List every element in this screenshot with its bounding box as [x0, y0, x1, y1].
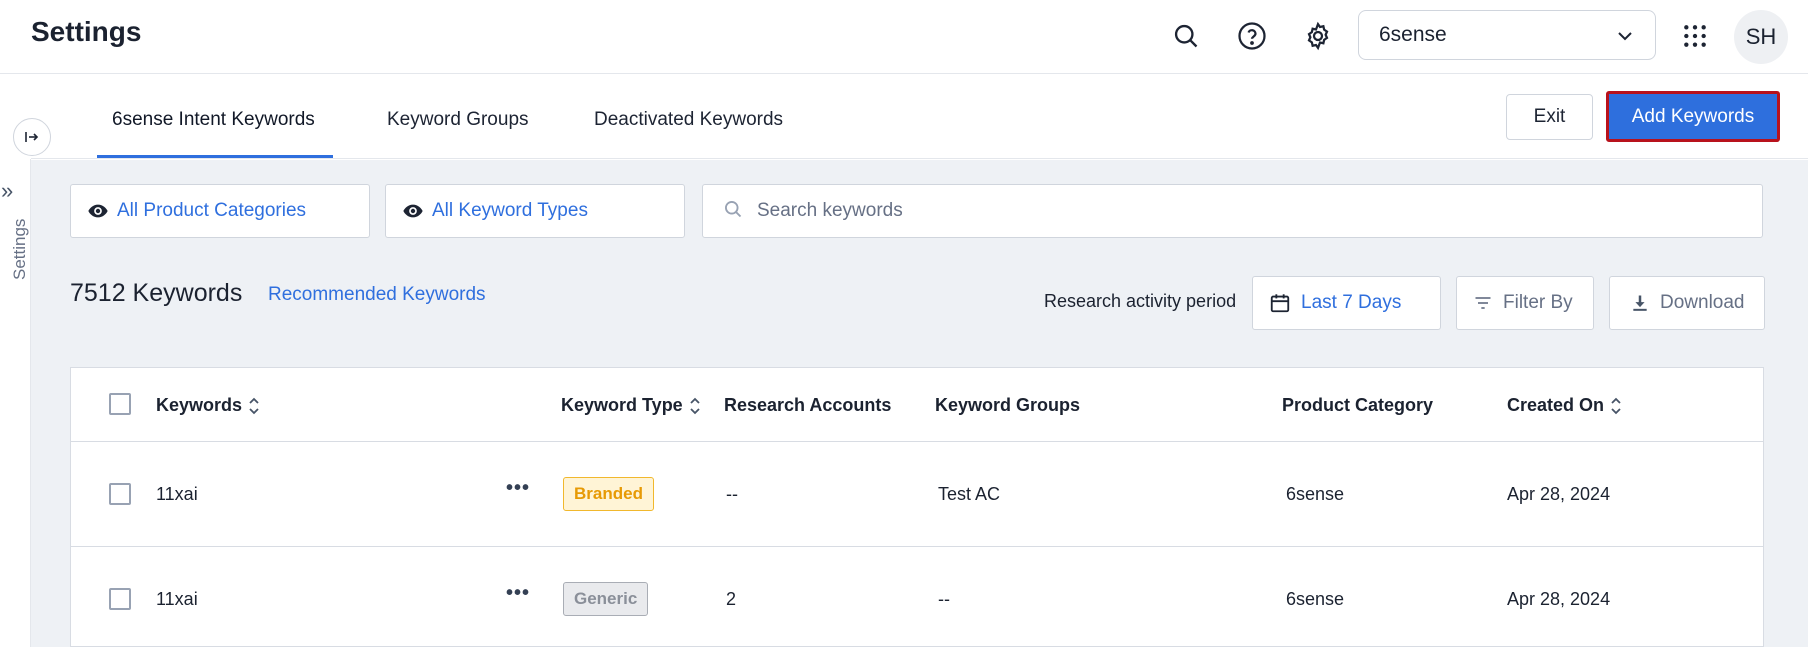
- top-header: Settings 6sense SH: [0, 0, 1808, 74]
- download-icon: [1630, 293, 1650, 313]
- org-select[interactable]: 6sense: [1358, 10, 1656, 60]
- column-header-product-category: Product Category: [1282, 395, 1433, 416]
- sort-icon[interactable]: [1610, 396, 1622, 416]
- product-categories-label: All Product Categories: [117, 200, 307, 221]
- column-label: Keywords: [156, 395, 243, 415]
- org-select-value: 6sense: [1379, 23, 1447, 46]
- research-accounts-cell: 2: [726, 589, 737, 609]
- tab-intent-keywords[interactable]: 6sense Intent Keywords: [112, 109, 315, 131]
- collapse-sidebar-icon[interactable]: [13, 118, 51, 156]
- created-on-cell: Apr 28, 2024: [1507, 589, 1611, 609]
- filter-by-button[interactable]: Filter By: [1456, 276, 1594, 330]
- research-period-label: Research activity period: [1044, 291, 1237, 311]
- keyword-cell: 11xai: [156, 589, 198, 609]
- table-row[interactable]: 11xai ••• Branded -- Test AC 6sense Apr …: [71, 442, 1763, 547]
- download-button[interactable]: Download: [1609, 276, 1765, 330]
- sort-icon[interactable]: [689, 396, 701, 416]
- created-on-cell: Apr 28, 2024: [1507, 484, 1611, 504]
- date-range-select[interactable]: Last 7 Days: [1252, 276, 1441, 330]
- eye-icon: [87, 200, 109, 222]
- keyword-type-badge: Generic: [563, 582, 649, 616]
- column-header-created-on[interactable]: Created On: [1507, 395, 1622, 416]
- keyword-type-badge: Branded: [563, 477, 654, 511]
- keyword-groups-cell: --: [938, 589, 950, 609]
- product-categories-filter[interactable]: All Product Categories: [70, 184, 370, 238]
- keyword-types-filter[interactable]: All Keyword Types: [385, 184, 685, 238]
- table-header: Keywords Keyword Type Research Accounts …: [71, 368, 1763, 442]
- filter-icon: [1473, 293, 1493, 313]
- research-accounts-cell: --: [726, 484, 738, 504]
- avatar[interactable]: SH: [1734, 10, 1788, 64]
- column-label: Keyword Type: [561, 395, 683, 415]
- rail-label: Settings: [10, 218, 29, 280]
- search-icon[interactable]: [1164, 14, 1208, 58]
- page-title: Settings: [31, 16, 142, 47]
- table-row[interactable]: 11xai ••• Generic 2 -- 6sense Apr 28, 20…: [71, 547, 1763, 647]
- keyword-cell: 11xai: [156, 484, 198, 504]
- row-checkbox[interactable]: [109, 483, 131, 505]
- calendar-icon: [1269, 292, 1291, 314]
- more-options-icon[interactable]: •••: [506, 477, 530, 500]
- search-input[interactable]: [757, 200, 1657, 222]
- product-category-cell: 6sense: [1286, 484, 1345, 504]
- keywords-table: Keywords Keyword Type Research Accounts …: [70, 367, 1764, 647]
- column-header-keywords[interactable]: Keywords: [156, 395, 260, 416]
- gear-icon[interactable]: [1296, 14, 1340, 58]
- active-tab-indicator: [97, 155, 333, 158]
- column-label: Research Accounts: [724, 395, 892, 415]
- product-category-cell: 6sense: [1286, 589, 1345, 609]
- keyword-groups-cell: Test AC: [938, 484, 1001, 504]
- apps-grid-icon[interactable]: [1673, 14, 1717, 58]
- add-keywords-button[interactable]: Add Keywords: [1606, 91, 1780, 142]
- column-label: Product Category: [1282, 395, 1434, 415]
- column-label: Keyword Groups: [935, 395, 1081, 415]
- keyword-count: 7512 Keywords: [70, 279, 243, 307]
- download-label: Download: [1660, 292, 1745, 313]
- eye-icon: [402, 200, 424, 222]
- tabs-bar: 6sense Intent Keywords Keyword Groups De…: [31, 75, 1808, 159]
- column-header-keyword-groups: Keyword Groups: [935, 395, 1080, 416]
- recommended-keywords-link[interactable]: Recommended Keywords: [268, 284, 486, 306]
- column-label: Created On: [1507, 395, 1605, 415]
- filter-by-label: Filter By: [1503, 292, 1573, 313]
- more-options-icon[interactable]: •••: [506, 582, 530, 605]
- sort-icon[interactable]: [248, 396, 260, 416]
- search-bar[interactable]: [702, 184, 1763, 238]
- main-content: All Product Categories All Keyword Types…: [31, 160, 1808, 647]
- column-header-keyword-type[interactable]: Keyword Type: [561, 395, 701, 416]
- row-checkbox[interactable]: [109, 588, 131, 610]
- keyword-types-label: All Keyword Types: [432, 200, 588, 221]
- help-icon[interactable]: [1230, 14, 1274, 58]
- tab-deactivated-keywords[interactable]: Deactivated Keywords: [594, 109, 783, 131]
- expand-chevrons-icon[interactable]: »: [1, 178, 13, 204]
- exit-button[interactable]: Exit: [1506, 94, 1593, 140]
- tab-keyword-groups[interactable]: Keyword Groups: [387, 109, 529, 131]
- search-icon: [723, 199, 743, 224]
- column-header-research-accounts: Research Accounts: [724, 395, 891, 416]
- date-range-value: Last 7 Days: [1301, 292, 1402, 313]
- chevron-down-icon: [1615, 26, 1635, 52]
- select-all-checkbox[interactable]: [109, 393, 131, 415]
